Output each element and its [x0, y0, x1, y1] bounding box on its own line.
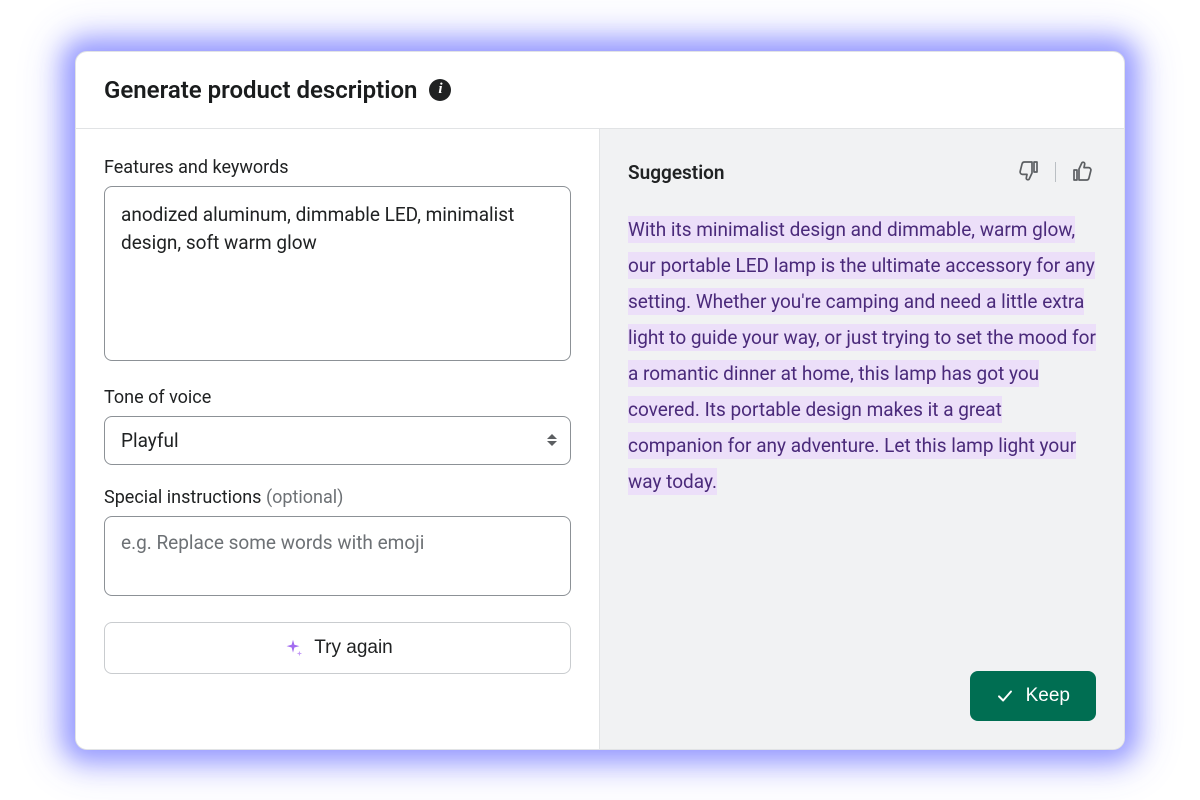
tone-group: Tone of voice Playful: [104, 387, 571, 465]
features-input[interactable]: anodized aluminum, dimmable LED, minimal…: [104, 186, 571, 361]
tone-label: Tone of voice: [104, 387, 571, 408]
card-body: Features and keywords anodized aluminum,…: [76, 129, 1124, 749]
special-label-main: Special instructions: [104, 487, 266, 508]
card-title: Generate product description: [104, 76, 417, 104]
suggestion-highlight: With its minimalist design and dimmable,…: [628, 216, 1096, 496]
keep-label: Keep: [1026, 685, 1070, 707]
special-instructions-input[interactable]: [104, 516, 571, 596]
suggestion-text: With its minimalist design and dimmable,…: [628, 212, 1096, 501]
form-pane: Features and keywords anodized aluminum,…: [76, 129, 600, 749]
generate-description-card: Generate product description i Features …: [75, 51, 1125, 750]
feedback-group: [1015, 157, 1096, 188]
suggestion-pane: Suggestion With its mi: [600, 129, 1124, 749]
special-group: Special instructions (optional): [104, 487, 571, 600]
special-label: Special instructions (optional): [104, 487, 571, 508]
features-label: Features and keywords: [104, 157, 571, 178]
feedback-divider: [1055, 162, 1056, 182]
thumbs-up-icon: [1070, 159, 1094, 183]
keep-button[interactable]: Keep: [970, 671, 1096, 721]
try-again-label: Try again: [314, 637, 393, 659]
tone-select[interactable]: Playful: [104, 416, 571, 465]
thumbs-down-icon: [1017, 159, 1041, 183]
sparkle-icon: [282, 637, 304, 659]
info-icon[interactable]: i: [429, 79, 451, 101]
thumbs-down-button[interactable]: [1015, 157, 1043, 188]
card-header: Generate product description i: [76, 52, 1124, 129]
suggestion-header: Suggestion: [628, 157, 1096, 188]
suggestion-footer: Keep: [628, 671, 1096, 721]
try-again-button[interactable]: Try again: [104, 622, 571, 674]
features-group: Features and keywords anodized aluminum,…: [104, 157, 571, 365]
tone-select-wrapper: Playful: [104, 416, 571, 465]
suggestion-title: Suggestion: [628, 161, 725, 184]
thumbs-up-button[interactable]: [1068, 157, 1096, 188]
check-icon: [996, 687, 1014, 705]
special-label-optional: (optional): [266, 487, 343, 508]
